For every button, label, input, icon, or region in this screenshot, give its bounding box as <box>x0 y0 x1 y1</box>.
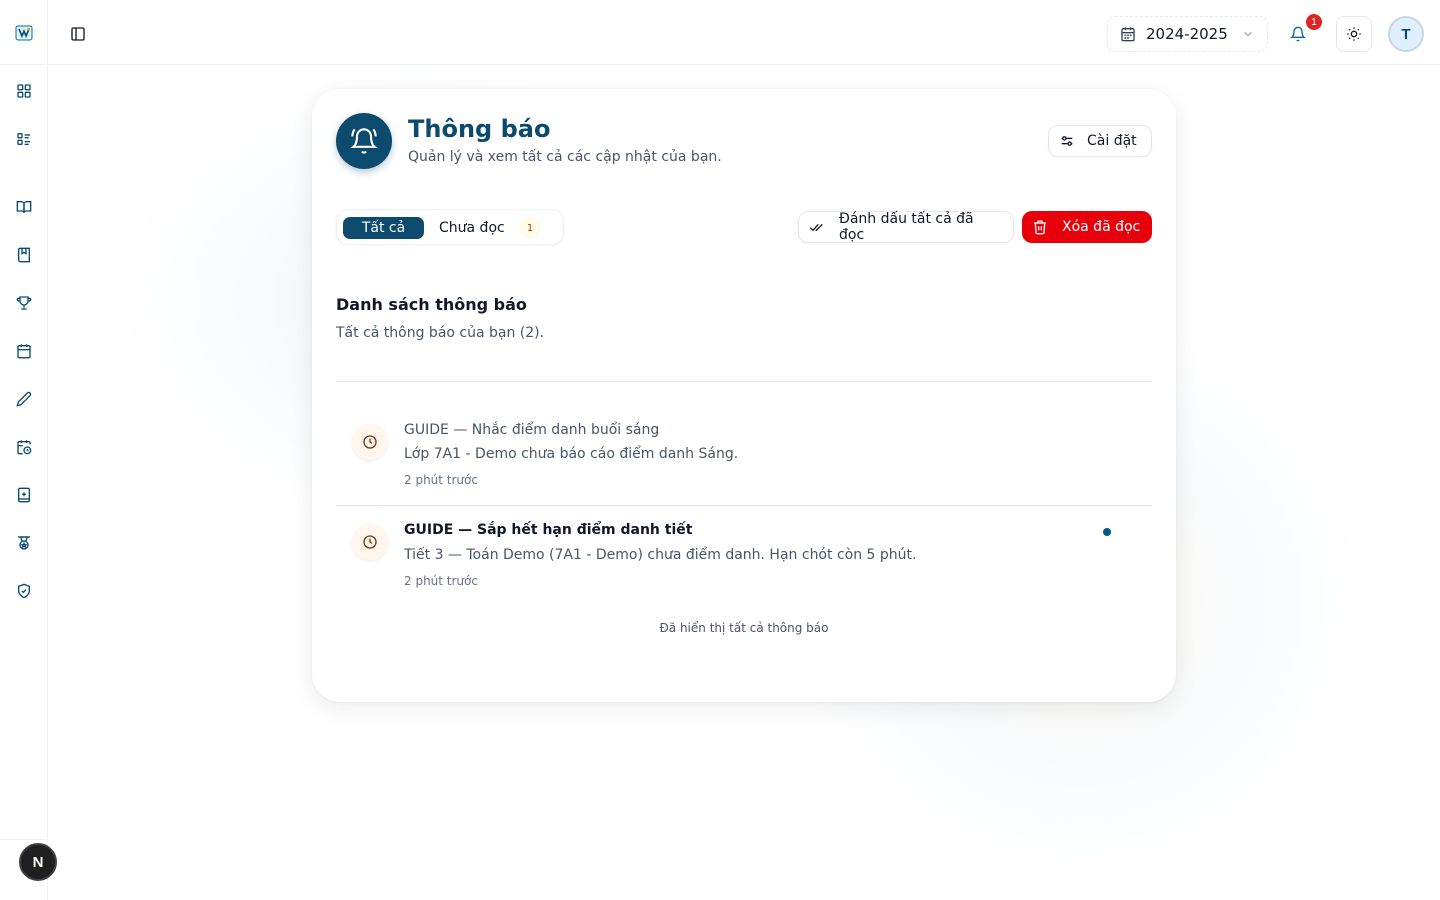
chevron-down-icon <box>1241 27 1255 41</box>
settings-button-label: Cài đặt <box>1087 133 1137 149</box>
notification-count-badge: 1 <box>1306 14 1322 30</box>
mark-all-read-label: Đánh dấu tất cả đã đọc <box>839 211 974 243</box>
bookmark-book-icon[interactable] <box>14 245 34 265</box>
tab-unread[interactable]: Chưa đọc <box>439 217 505 239</box>
calendar-icon[interactable] <box>14 341 34 361</box>
tab-all[interactable]: Tất cả <box>343 217 424 239</box>
list-icon[interactable] <box>14 129 34 149</box>
school-year-value: 2024-2025 <box>1146 25 1228 43</box>
medal-icon[interactable] <box>14 533 34 553</box>
bell-ringing-icon <box>336 113 392 169</box>
notifications-card: Thông báo Quản lý và xem tất cả các cập … <box>312 89 1176 702</box>
notification-time: 2 phút trước <box>404 574 478 588</box>
page-subtitle: Quản lý và xem tất cả các cập nhật của b… <box>408 149 722 165</box>
dashboard-icon[interactable] <box>14 81 34 101</box>
notification-filter-tabs: Tất cả Chưa đọc 1 <box>336 209 564 245</box>
sidebar-divider <box>0 64 47 65</box>
unread-count-badge: 1 <box>519 217 541 239</box>
sidebar-divider <box>0 839 47 840</box>
calendar-icon <box>1120 26 1136 42</box>
notification-item[interactable]: GUIDE — Nhắc điểm danh buổi sáng Lớp 7A1… <box>336 382 1152 505</box>
clock-icon <box>352 524 388 560</box>
list-title: Danh sách thông báo <box>336 295 527 314</box>
calendar-clock-icon[interactable] <box>14 437 34 457</box>
theme-toggle-button[interactable] <box>1336 16 1372 52</box>
book-plus-icon[interactable] <box>14 485 34 505</box>
clock-icon <box>352 424 388 460</box>
pen-icon[interactable] <box>14 389 34 409</box>
dev-tools-badge[interactable]: N <box>19 843 57 881</box>
double-check-icon <box>809 219 825 235</box>
top-bar: 2024-2025 1 T <box>48 0 1440 65</box>
book-open-icon[interactable] <box>14 197 34 217</box>
notification-title: GUIDE — Sắp hết hạn điểm danh tiết <box>404 522 693 538</box>
sun-icon <box>1346 26 1362 42</box>
sliders-icon <box>1059 133 1075 149</box>
sidebar-toggle-icon[interactable] <box>68 24 88 44</box>
page-title: Thông báo <box>408 115 551 143</box>
user-avatar[interactable]: T <box>1388 16 1424 52</box>
app-logo[interactable] <box>14 23 34 43</box>
shield-check-icon[interactable] <box>14 581 34 601</box>
settings-button[interactable]: Cài đặt <box>1048 125 1152 157</box>
notification-body: Tiết 3 — Toán Demo (7A1 - Demo) chưa điể… <box>404 547 917 563</box>
delete-read-button[interactable]: Xóa đã đọc <box>1022 211 1152 243</box>
notification-time: 2 phút trước <box>404 473 478 487</box>
sidebar <box>0 0 48 900</box>
list-subtitle: Tất cả thông báo của bạn (2). <box>336 325 545 341</box>
end-of-list-text: Đã hiển thị tất cả thông báo <box>659 621 829 635</box>
notification-title: GUIDE — Nhắc điểm danh buổi sáng <box>404 422 660 438</box>
mark-all-read-button[interactable]: Đánh dấu tất cả đã đọc <box>798 211 1014 243</box>
school-year-select[interactable]: 2024-2025 <box>1107 16 1268 52</box>
notification-item[interactable]: GUIDE — Sắp hết hạn điểm danh tiết Tiết … <box>336 506 1152 606</box>
notification-body: Lớp 7A1 - Demo chưa báo cáo điểm danh Sá… <box>404 446 739 462</box>
delete-read-label: Xóa đã đọc <box>1062 219 1141 235</box>
trophy-icon[interactable] <box>14 293 34 313</box>
unread-indicator <box>1103 528 1111 536</box>
trash-icon <box>1032 219 1048 235</box>
